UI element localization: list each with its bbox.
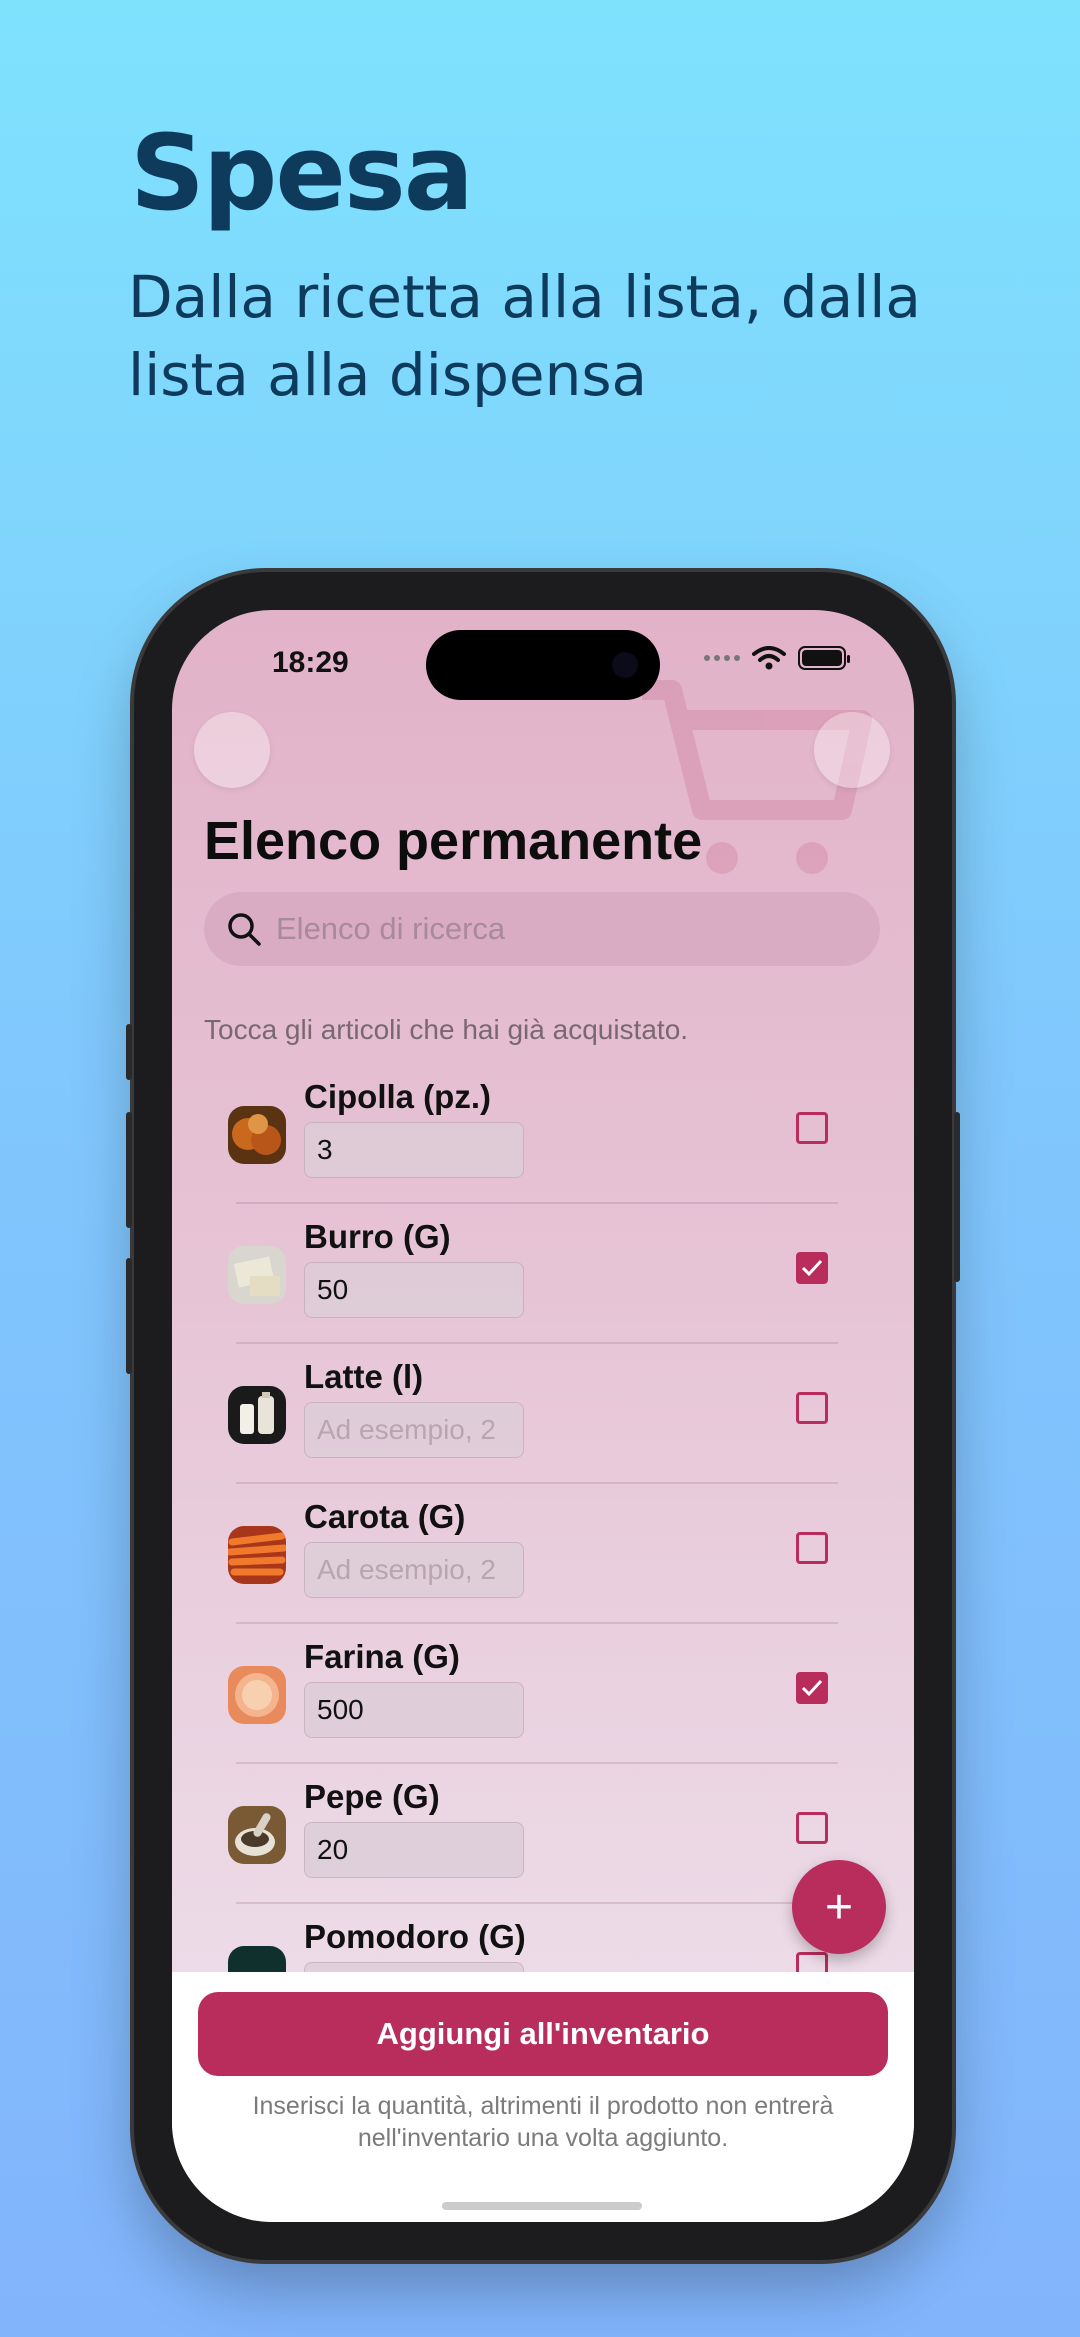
- milk-image: [228, 1386, 286, 1444]
- search-input[interactable]: [276, 911, 836, 947]
- quantity-field[interactable]: [304, 1822, 524, 1878]
- item-checkbox[interactable]: [796, 1112, 828, 1144]
- promo-title: Spesa: [130, 112, 474, 234]
- search-bar[interactable]: [204, 892, 880, 966]
- add-to-inventory-button[interactable]: Aggiungi all'inventario: [198, 1992, 888, 2076]
- back-button[interactable]: [194, 712, 270, 788]
- phone-power-button: [954, 1112, 960, 1282]
- item-name: Farina (G): [304, 1638, 460, 1675]
- pepper-image: [228, 1806, 286, 1864]
- list-item: Carota (G): [228, 1484, 868, 1624]
- footnote-text: Inserisci la quantità, altrimenti il pro…: [252, 2092, 834, 2152]
- phone-side-button: [126, 1024, 132, 1080]
- list-item: Cipolla (pz.): [228, 1064, 868, 1204]
- app-screen: 18:29 Elenco permanente Tocca gli artico…: [172, 610, 914, 2222]
- add-item-button[interactable]: +: [792, 1860, 886, 1954]
- page-title: Elenco permanente: [204, 811, 703, 871]
- item-name: Pepe (G): [304, 1778, 440, 1815]
- phone-volume-up: [126, 1112, 132, 1228]
- promo-subtitle: Dalla ricetta alla lista, dalla lista al…: [128, 263, 921, 409]
- search-icon: [228, 913, 261, 946]
- flour-image: [228, 1666, 286, 1724]
- signal-icon: [704, 655, 740, 661]
- wifi-icon: [752, 646, 786, 670]
- home-indicator: [442, 2202, 642, 2210]
- shopping-list: Cipolla (pz.) Burro (G) Latte: [228, 1064, 868, 2044]
- quantity-field[interactable]: [304, 1402, 524, 1458]
- item-name: Carota (G): [304, 1498, 466, 1535]
- item-name: Cipolla (pz.): [304, 1078, 491, 1115]
- carrot-image: [228, 1526, 286, 1584]
- phone-frame: 18:29 Elenco permanente Tocca gli artico…: [126, 572, 960, 2260]
- item-name: Pomodoro (G): [304, 1918, 526, 1955]
- butter-image: [228, 1246, 286, 1304]
- quantity-field[interactable]: [304, 1262, 524, 1318]
- battery-icon: [798, 646, 850, 670]
- quantity-field[interactable]: [304, 1122, 524, 1178]
- phone-volume-down: [126, 1258, 132, 1374]
- menu-button[interactable]: [814, 712, 890, 788]
- item-name: Burro (G): [304, 1218, 451, 1255]
- list-item: Burro (G): [228, 1204, 868, 1344]
- dynamic-island: [426, 630, 660, 700]
- item-checkbox[interactable]: [796, 1252, 828, 1284]
- quantity-field[interactable]: [304, 1682, 524, 1738]
- item-name: Latte (l): [304, 1358, 424, 1395]
- list-item: Farina (G): [228, 1624, 868, 1764]
- item-checkbox[interactable]: [796, 1812, 828, 1844]
- list-item: Latte (l): [228, 1344, 868, 1484]
- bottom-panel: Aggiungi all'inventario Inserisci la qua…: [172, 1972, 914, 2222]
- onion-image: [228, 1106, 286, 1164]
- quantity-field[interactable]: [304, 1542, 524, 1598]
- item-checkbox[interactable]: [796, 1532, 828, 1564]
- hint-text: Tocca gli articoli che hai già acquistat…: [204, 1014, 689, 1045]
- item-checkbox[interactable]: [796, 1672, 828, 1704]
- status-icons: [704, 646, 850, 670]
- item-checkbox[interactable]: [796, 1392, 828, 1424]
- status-time: 18:29: [272, 646, 349, 679]
- list-item: Pepe (G): [228, 1764, 868, 1904]
